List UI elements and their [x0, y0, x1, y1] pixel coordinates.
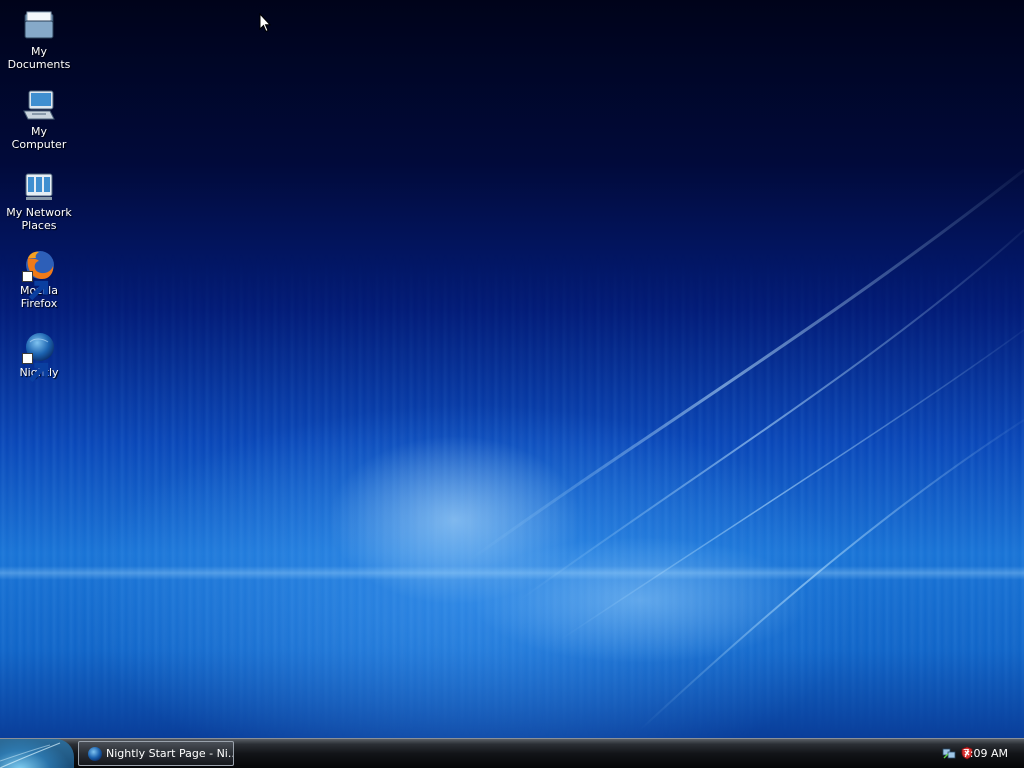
nightly-icon — [22, 330, 56, 383]
shortcut-arrow-icon — [22, 353, 49, 383]
desktop-icon-label: Computer — [11, 138, 67, 151]
network-places-icon — [22, 170, 56, 204]
taskbar: Nightly Start Page - Ni... 7:09 AM — [0, 738, 1024, 768]
desktop-icon-my-network-places[interactable]: My Network Places — [1, 170, 77, 232]
desktop-icon-mozilla-firefox[interactable]: Mozilla Firefox — [1, 248, 77, 310]
desktop-icon-label: My — [30, 45, 47, 58]
desktop-icon-my-documents[interactable]: My Documents — [1, 9, 77, 71]
folder-documents-icon — [22, 9, 56, 43]
system-tray: 7:09 AM — [920, 739, 1024, 768]
mouse-cursor-icon — [259, 13, 271, 33]
nightly-icon — [88, 747, 102, 761]
taskbar-window-label: Nightly Start Page - Ni... — [106, 747, 234, 760]
desktop-icon-nightly[interactable]: Nightly — [1, 330, 77, 383]
taskbar-clock[interactable]: 7:09 AM — [963, 739, 1008, 768]
start-button[interactable] — [0, 739, 74, 768]
desktop-background[interactable]: My Documents My Computer My Network Plac… — [0, 0, 1024, 738]
start-orb-icon — [0, 742, 61, 768]
desktop-icon-label: Places — [21, 219, 57, 232]
wallpaper-swoosh — [469, 168, 1024, 731]
firefox-icon — [22, 248, 56, 301]
desktop-icon-my-computer[interactable]: My Computer — [1, 89, 77, 151]
desktop-icon-label: My — [30, 125, 47, 138]
desktop-icon-label: Documents — [7, 58, 71, 71]
shortcut-arrow-icon — [22, 271, 49, 301]
taskbar-window-button-nightly[interactable]: Nightly Start Page - Ni... — [78, 741, 234, 766]
desktop-icon-label: My Network — [6, 206, 72, 219]
network-tray-icon[interactable] — [942, 746, 956, 760]
computer-icon — [22, 89, 56, 123]
